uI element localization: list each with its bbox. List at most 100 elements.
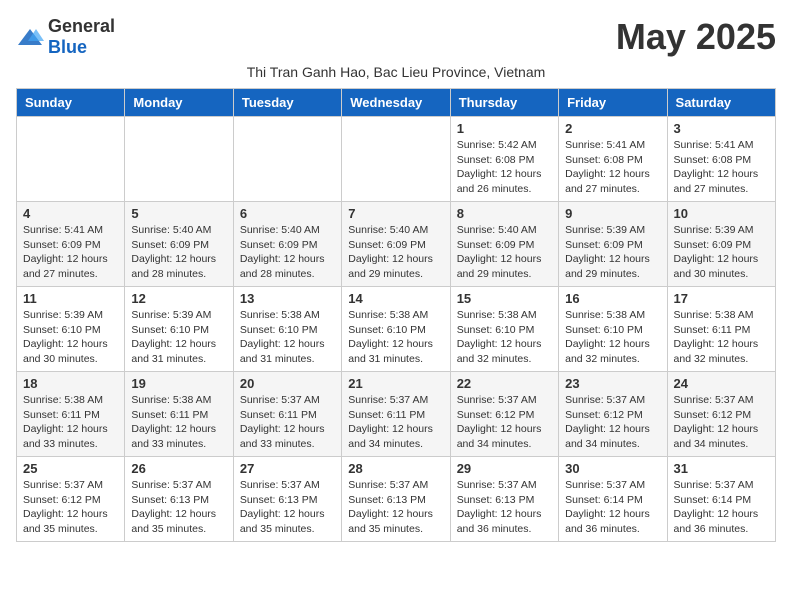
day-number: 11 [23, 291, 118, 306]
empty-cell [342, 117, 450, 202]
day-cell-9: 9 Sunrise: 5:39 AM Sunset: 6:09 PM Daylig… [559, 202, 667, 287]
day-cell-30: 30Sunrise: 5:37 AM Sunset: 6:14 PM Dayli… [559, 457, 667, 542]
day-info: Sunrise: 5:37 AM Sunset: 6:12 PM Dayligh… [457, 393, 552, 452]
day-cell-11: 11 Sunrise: 5:39 AM Sunset: 6:10 PM Dayli… [17, 287, 125, 372]
day-cell-15: 15 Sunrise: 5:38 AM Sunset: 6:10 PM Dayli… [450, 287, 558, 372]
day-cell-28: 28 Sunrise: 5:37 AM Sunset: 6:13 PM Dayli… [342, 457, 450, 542]
day-number: 15 [457, 291, 552, 306]
logo: General Blue [16, 16, 115, 58]
day-number: 6 [240, 206, 335, 221]
day-number: 14 [348, 291, 443, 306]
month-year: May 2025 [616, 16, 776, 58]
day-info: Sunrise: 5:38 AM Sunset: 6:10 PM Dayligh… [565, 308, 660, 367]
day-number: 13 [240, 291, 335, 306]
calendar-header: SundayMondayTuesdayWednesdayThursdayFrid… [17, 89, 776, 117]
week-row-5: 25 Sunrise: 5:37 AM Sunset: 6:12 PM Dayli… [17, 457, 776, 542]
day-info: Sunrise: 5:38 AM Sunset: 6:10 PM Dayligh… [457, 308, 552, 367]
day-cell-23: 23Sunrise: 5:37 AM Sunset: 6:12 PM Dayli… [559, 372, 667, 457]
day-info: Sunrise: 5:37 AM Sunset: 6:12 PM Dayligh… [23, 478, 118, 537]
day-info: Sunrise: 5:38 AM Sunset: 6:10 PM Dayligh… [348, 308, 443, 367]
day-info: Sunrise: 5:40 AM Sunset: 6:09 PM Dayligh… [240, 223, 335, 282]
day-cell-25: 25 Sunrise: 5:37 AM Sunset: 6:12 PM Dayli… [17, 457, 125, 542]
day-cell-1: 1 Sunrise: 5:42 AM Sunset: 6:08 PM Daylig… [450, 117, 558, 202]
day-info: Sunrise: 5:37 AM Sunset: 6:14 PM Dayligh… [565, 478, 660, 537]
day-number: 9 [565, 206, 660, 221]
day-number: 1 [457, 121, 552, 136]
day-number: 18 [23, 376, 118, 391]
week-row-3: 11 Sunrise: 5:39 AM Sunset: 6:10 PM Dayli… [17, 287, 776, 372]
day-cell-5: 5 Sunrise: 5:40 AM Sunset: 6:09 PM Daylig… [125, 202, 233, 287]
day-info: Sunrise: 5:37 AM Sunset: 6:13 PM Dayligh… [240, 478, 335, 537]
day-info: Sunrise: 5:40 AM Sunset: 6:09 PM Dayligh… [348, 223, 443, 282]
empty-cell [17, 117, 125, 202]
weekday-header-friday: Friday [559, 89, 667, 117]
weekday-header-wednesday: Wednesday [342, 89, 450, 117]
weekday-header-monday: Monday [125, 89, 233, 117]
day-info: Sunrise: 5:37 AM Sunset: 6:13 PM Dayligh… [457, 478, 552, 537]
day-number: 20 [240, 376, 335, 391]
day-info: Sunrise: 5:41 AM Sunset: 6:08 PM Dayligh… [565, 138, 660, 197]
day-cell-4: 4Sunrise: 5:41 AM Sunset: 6:09 PM Daylig… [17, 202, 125, 287]
day-number: 12 [131, 291, 226, 306]
calendar-body: 1 Sunrise: 5:42 AM Sunset: 6:08 PM Daylig… [17, 117, 776, 542]
logo-general: General [48, 16, 115, 36]
day-cell-10: 10Sunrise: 5:39 AM Sunset: 6:09 PM Dayli… [667, 202, 775, 287]
day-info: Sunrise: 5:41 AM Sunset: 6:08 PM Dayligh… [674, 138, 769, 197]
day-cell-17: 17 Sunrise: 5:38 AM Sunset: 6:11 PM Dayli… [667, 287, 775, 372]
day-number: 2 [565, 121, 660, 136]
day-info: Sunrise: 5:39 AM Sunset: 6:09 PM Dayligh… [565, 223, 660, 282]
day-cell-19: 19 Sunrise: 5:38 AM Sunset: 6:11 PM Dayli… [125, 372, 233, 457]
day-number: 27 [240, 461, 335, 476]
day-info: Sunrise: 5:37 AM Sunset: 6:12 PM Dayligh… [565, 393, 660, 452]
day-cell-26: 26Sunrise: 5:37 AM Sunset: 6:13 PM Dayli… [125, 457, 233, 542]
day-info: Sunrise: 5:37 AM Sunset: 6:13 PM Dayligh… [348, 478, 443, 537]
day-number: 19 [131, 376, 226, 391]
day-info: Sunrise: 5:40 AM Sunset: 6:09 PM Dayligh… [131, 223, 226, 282]
day-info: Sunrise: 5:38 AM Sunset: 6:11 PM Dayligh… [23, 393, 118, 452]
day-number: 29 [457, 461, 552, 476]
week-row-4: 18 Sunrise: 5:38 AM Sunset: 6:11 PM Dayli… [17, 372, 776, 457]
day-cell-21: 21Sunrise: 5:37 AM Sunset: 6:11 PM Dayli… [342, 372, 450, 457]
day-number: 8 [457, 206, 552, 221]
day-cell-29: 29 Sunrise: 5:37 AM Sunset: 6:13 PM Dayli… [450, 457, 558, 542]
day-cell-18: 18 Sunrise: 5:38 AM Sunset: 6:11 PM Dayli… [17, 372, 125, 457]
day-cell-12: 12 Sunrise: 5:39 AM Sunset: 6:10 PM Dayli… [125, 287, 233, 372]
day-info: Sunrise: 5:39 AM Sunset: 6:10 PM Dayligh… [131, 308, 226, 367]
day-number: 10 [674, 206, 769, 221]
day-info: Sunrise: 5:37 AM Sunset: 6:12 PM Dayligh… [674, 393, 769, 452]
day-info: Sunrise: 5:39 AM Sunset: 6:10 PM Dayligh… [23, 308, 118, 367]
day-cell-2: 2 Sunrise: 5:41 AM Sunset: 6:08 PM Daylig… [559, 117, 667, 202]
day-number: 28 [348, 461, 443, 476]
weekday-header-tuesday: Tuesday [233, 89, 341, 117]
day-info: Sunrise: 5:38 AM Sunset: 6:10 PM Dayligh… [240, 308, 335, 367]
day-cell-20: 20 Sunrise: 5:37 AM Sunset: 6:11 PM Dayli… [233, 372, 341, 457]
day-number: 16 [565, 291, 660, 306]
day-info: Sunrise: 5:37 AM Sunset: 6:11 PM Dayligh… [240, 393, 335, 452]
weekday-row: SundayMondayTuesdayWednesdayThursdayFrid… [17, 89, 776, 117]
weekday-header-thursday: Thursday [450, 89, 558, 117]
empty-cell [125, 117, 233, 202]
day-cell-13: 13 Sunrise: 5:38 AM Sunset: 6:10 PM Dayli… [233, 287, 341, 372]
day-number: 3 [674, 121, 769, 136]
day-info: Sunrise: 5:38 AM Sunset: 6:11 PM Dayligh… [674, 308, 769, 367]
day-cell-24: 24Sunrise: 5:37 AM Sunset: 6:12 PM Dayli… [667, 372, 775, 457]
day-cell-8: 8Sunrise: 5:40 AM Sunset: 6:09 PM Daylig… [450, 202, 558, 287]
day-info: Sunrise: 5:42 AM Sunset: 6:08 PM Dayligh… [457, 138, 552, 197]
day-cell-16: 16 Sunrise: 5:38 AM Sunset: 6:10 PM Dayli… [559, 287, 667, 372]
week-row-2: 4Sunrise: 5:41 AM Sunset: 6:09 PM Daylig… [17, 202, 776, 287]
day-info: Sunrise: 5:38 AM Sunset: 6:11 PM Dayligh… [131, 393, 226, 452]
day-number: 5 [131, 206, 226, 221]
empty-cell [233, 117, 341, 202]
calendar: SundayMondayTuesdayWednesdayThursdayFrid… [16, 88, 776, 542]
day-number: 22 [457, 376, 552, 391]
logo-icon [16, 27, 44, 47]
day-number: 17 [674, 291, 769, 306]
day-number: 31 [674, 461, 769, 476]
day-number: 25 [23, 461, 118, 476]
day-info: Sunrise: 5:37 AM Sunset: 6:14 PM Dayligh… [674, 478, 769, 537]
day-number: 7 [348, 206, 443, 221]
day-cell-27: 27 Sunrise: 5:37 AM Sunset: 6:13 PM Dayli… [233, 457, 341, 542]
title-section: May 2025 [616, 16, 776, 58]
day-cell-6: 6 Sunrise: 5:40 AM Sunset: 6:09 PM Daylig… [233, 202, 341, 287]
week-row-1: 1 Sunrise: 5:42 AM Sunset: 6:08 PM Daylig… [17, 117, 776, 202]
